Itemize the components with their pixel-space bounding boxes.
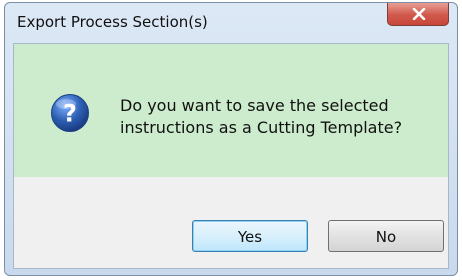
message-text: Do you want to save the selected instruc… bbox=[120, 96, 403, 137]
yes-button[interactable]: Yes bbox=[192, 220, 308, 252]
dialog-content: ? Do you want to save the selected instr… bbox=[13, 43, 449, 269]
svg-text:?: ? bbox=[63, 100, 77, 128]
dialog-title: Export Process Section(s) bbox=[17, 13, 208, 31]
button-area: Yes No bbox=[14, 177, 448, 268]
question-icon: ? bbox=[51, 94, 89, 132]
export-process-dialog: Export Process Section(s) ? Do you want … bbox=[4, 2, 458, 276]
close-button[interactable] bbox=[387, 3, 449, 26]
close-x-icon bbox=[412, 8, 426, 20]
title-bar[interactable]: Export Process Section(s) bbox=[5, 3, 457, 43]
message-area: ? Do you want to save the selected instr… bbox=[14, 44, 448, 177]
no-button[interactable]: No bbox=[328, 220, 444, 252]
